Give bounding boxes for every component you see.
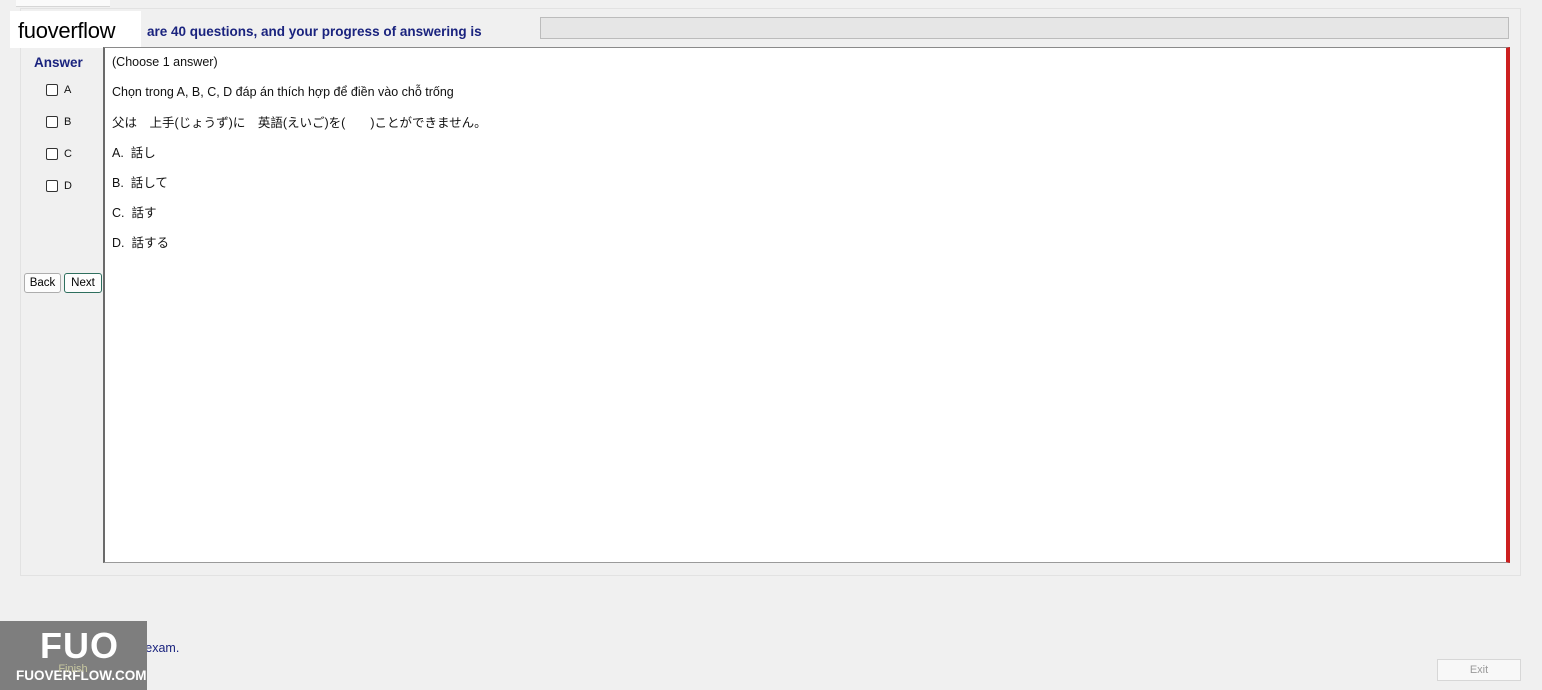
choice-a: A. 話し bbox=[112, 146, 156, 160]
brand-name: fuoverflow bbox=[18, 18, 116, 43]
answer-option-a[interactable]: A bbox=[46, 82, 71, 98]
checkbox-b[interactable] bbox=[46, 116, 58, 128]
answer-option-c[interactable]: C bbox=[46, 146, 72, 162]
checkbox-a[interactable] bbox=[46, 84, 58, 96]
checkbox-d[interactable] bbox=[46, 180, 58, 192]
answer-option-b[interactable]: B bbox=[46, 114, 71, 130]
back-button[interactable]: Back bbox=[24, 273, 61, 293]
logo-mark: FUO bbox=[40, 625, 119, 666]
window-top-strip bbox=[0, 0, 1542, 8]
question-sentence: 父は 上手(じょうず)に 英語(えいご)を( )ことができません。 bbox=[112, 116, 487, 130]
exit-button[interactable]: Exit bbox=[1437, 659, 1521, 681]
answer-title: Answer bbox=[34, 55, 83, 70]
window-tab[interactable] bbox=[16, 0, 110, 7]
option-label-d: D bbox=[64, 180, 72, 192]
option-label-b: B bbox=[64, 116, 72, 128]
question-hint: (Choose 1 answer) bbox=[112, 55, 218, 69]
option-label-a: A bbox=[64, 84, 72, 96]
progress-text: are 40 questions, and your progress of a… bbox=[147, 24, 482, 39]
next-button[interactable]: Next bbox=[64, 273, 102, 293]
question-instruction: Chọn trong A, B, C, D đáp án thích hợp đ… bbox=[112, 85, 454, 99]
choice-c: C. 話す bbox=[112, 206, 157, 220]
checkbox-c[interactable] bbox=[46, 148, 58, 160]
question-content[interactable]: (Choose 1 answer) Chọn trong A, B, C, D … bbox=[103, 47, 1510, 563]
option-label-c: C bbox=[64, 148, 72, 160]
progress-bar bbox=[540, 17, 1509, 39]
answer-option-d[interactable]: D bbox=[46, 178, 72, 194]
choice-d: D. 話する bbox=[112, 236, 169, 250]
finish-button[interactable]: Finish bbox=[46, 662, 100, 676]
choice-b: B. 話して bbox=[112, 176, 168, 190]
